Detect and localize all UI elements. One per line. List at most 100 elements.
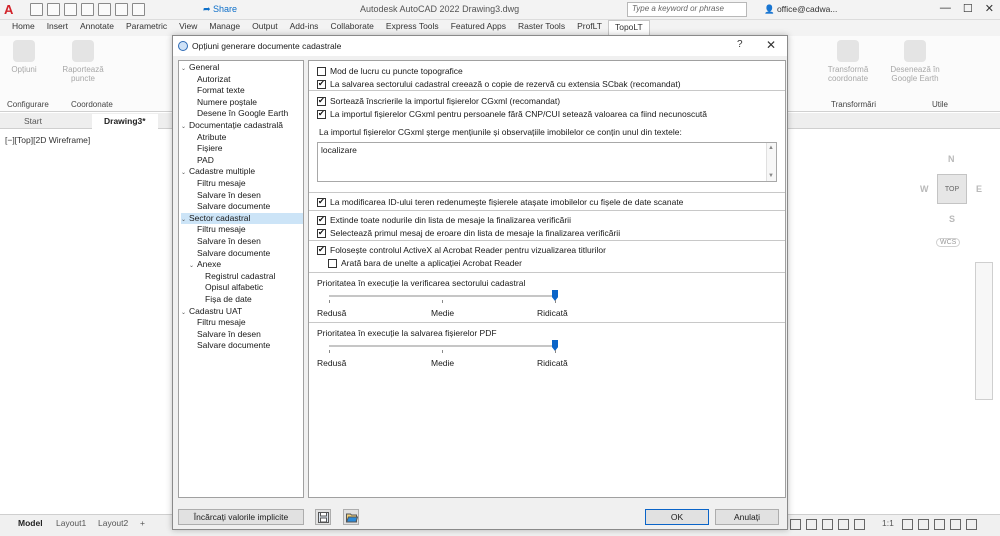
checkbox-activex[interactable]: Folosește controlul ActiveX al Acrobat R… — [317, 244, 606, 256]
tree-item[interactable]: Registrul cadastral — [197, 271, 303, 282]
tree-item[interactable]: Filtru mesaje — [189, 224, 303, 235]
ribbon-tab[interactable]: Add-ins — [284, 20, 325, 36]
checkbox-copie-rezerva[interactable]: La salvarea sectorului cadastral creează… — [317, 78, 681, 90]
ribbon-tab[interactable]: Manage — [203, 20, 246, 36]
tree-item[interactable]: Numere poștale — [189, 97, 303, 108]
checkbox-selecteaza[interactable]: Selectează primul mesaj de eroare din li… — [317, 227, 620, 239]
tree-item[interactable]: Salvare documente — [189, 201, 303, 212]
tree-item[interactable]: ⌄ Documentație cadastrală — [181, 120, 303, 131]
isolate-icon[interactable] — [934, 519, 945, 530]
ribbon-tab[interactable]: Featured Apps — [445, 20, 512, 36]
tree-item[interactable]: Salvare în desen — [189, 190, 303, 201]
checkbox-bara-unelte[interactable]: Arată bara de unelte a aplicației Acroba… — [328, 258, 522, 269]
save-settings-button[interactable] — [315, 509, 331, 525]
checkbox-box[interactable] — [317, 67, 326, 76]
tree-item[interactable]: ⌄ General — [181, 62, 303, 73]
tree-item[interactable]: Autorizat — [189, 74, 303, 85]
report-points-button[interactable]: Raportează puncte — [60, 40, 106, 83]
tree-item[interactable]: ⌄ Cadastru UAT — [181, 306, 303, 317]
viewcube-north[interactable]: N — [948, 154, 955, 164]
ribbon-tab[interactable]: Output — [246, 20, 284, 36]
ribbon-tab-topolt[interactable]: TopoLT — [607, 20, 650, 36]
plot-icon[interactable] — [98, 3, 111, 16]
minimize-icon[interactable]: — — [940, 2, 951, 15]
ribbon-tab[interactable]: Raster Tools — [512, 20, 571, 36]
cancel-button[interactable]: Anulați — [715, 509, 779, 525]
annotation-scale[interactable]: 1:1 — [878, 518, 898, 528]
checkbox-box[interactable] — [317, 227, 326, 238]
snap-toggle-icon[interactable] — [806, 519, 817, 530]
tree-item[interactable]: Filtru mesaje — [189, 317, 303, 328]
options-tree[interactable]: ⌄ General Autorizat Format texte Numere poșt… — [178, 60, 304, 498]
scroll-down-icon[interactable]: ▼ — [768, 173, 774, 179]
checkbox-box[interactable] — [317, 95, 326, 106]
share-button[interactable]: ➦ Share — [203, 4, 237, 15]
redo-icon[interactable] — [132, 3, 145, 16]
viewcube-west[interactable]: W — [920, 184, 929, 194]
collapse-chevron-icon[interactable]: ⌄ — [181, 308, 189, 319]
close-dialog-button[interactable]: ✕ — [766, 38, 776, 52]
viewcube[interactable]: N W E S TOP WCS — [918, 152, 988, 252]
customize-icon[interactable] — [966, 519, 977, 530]
user-account[interactable]: 👤 office@cadwa... — [764, 4, 837, 15]
wcs-menu[interactable]: WCS — [936, 238, 961, 247]
checkbox-extinde[interactable]: Extinde toate nodurile din lista de mesa… — [317, 214, 571, 226]
layout-tab-model[interactable]: Model — [14, 518, 47, 528]
doc-tab-drawing[interactable]: Drawing3* — [92, 114, 158, 129]
checkbox-box[interactable] — [317, 108, 326, 119]
scroll-up-icon[interactable]: ▲ — [768, 145, 774, 151]
checkbox-box[interactable] — [317, 244, 326, 255]
undo-icon[interactable] — [115, 3, 128, 16]
ok-button[interactable]: OK — [645, 509, 709, 525]
tree-item[interactable]: Fișiere — [189, 143, 303, 154]
tree-item[interactable]: Salvare în desen — [189, 236, 303, 247]
collapse-chevron-icon[interactable]: ⌄ — [181, 122, 189, 133]
tree-item[interactable]: Salvare documente — [189, 340, 303, 351]
tree-item[interactable]: ⌄ Anexe — [189, 259, 303, 270]
tree-item[interactable]: Fișa de date — [197, 294, 303, 305]
checkbox-mod-lucru[interactable]: Mod de lucru cu puncte topografice — [317, 66, 463, 77]
collapse-chevron-icon[interactable]: ⌄ — [181, 215, 189, 226]
fullscreen-icon[interactable] — [950, 519, 961, 530]
google-earth-button[interactable]: Desenează în Google Earth — [889, 40, 941, 83]
layout-tab[interactable]: Layout1 — [52, 518, 90, 528]
osnap-toggle-icon[interactable] — [854, 519, 865, 530]
priority-pdf-track[interactable] — [329, 345, 555, 347]
help-button[interactable]: ? — [737, 39, 743, 50]
ribbon-tab[interactable]: Annotate — [74, 20, 120, 36]
checkbox-box[interactable] — [328, 259, 337, 268]
tree-item[interactable]: Salvare documente — [189, 248, 303, 259]
polar-toggle-icon[interactable] — [838, 519, 849, 530]
ortho-toggle-icon[interactable] — [822, 519, 833, 530]
ribbon-tab[interactable]: Home — [6, 20, 41, 36]
open-settings-button[interactable] — [343, 509, 359, 525]
checkbox-box[interactable] — [317, 196, 326, 207]
ribbon-tab[interactable]: Collaborate — [324, 20, 379, 36]
viewcube-south[interactable]: S — [949, 214, 955, 224]
grid-toggle-icon[interactable] — [790, 519, 801, 530]
tree-item[interactable]: Salvare în desen — [189, 329, 303, 340]
tree-item[interactable]: Atribute — [189, 132, 303, 143]
transform-coords-button[interactable]: Transformă coordonate — [823, 40, 873, 83]
collapse-chevron-icon[interactable]: ⌄ — [181, 168, 189, 179]
checkbox-sorteaza[interactable]: Sortează înscrierile la importul fișiere… — [317, 95, 560, 107]
viewcube-top-face[interactable]: TOP — [937, 174, 967, 204]
viewport-controls[interactable]: [−][Top][2D Wireframe] — [5, 135, 90, 145]
tree-item[interactable]: Format texte — [189, 85, 303, 96]
sterge-mentiuni-textarea[interactable]: localizare ▲ ▼ — [317, 142, 777, 182]
checkbox-modificarea-id[interactable]: La modificarea ID-ului teren redenumește… — [317, 196, 683, 208]
options-ribbon-button[interactable]: Opțiuni — [6, 40, 42, 74]
tree-item[interactable]: Opisul alfabetic — [197, 282, 303, 293]
ribbon-tab[interactable]: View — [173, 20, 203, 36]
collapse-chevron-icon[interactable]: ⌄ — [189, 261, 197, 272]
save-icon[interactable] — [64, 3, 77, 16]
add-layout-icon[interactable]: + — [136, 518, 149, 528]
navigation-bar[interactable] — [975, 262, 993, 400]
checkbox-box[interactable] — [317, 78, 326, 89]
ribbon-tab[interactable]: Insert — [41, 20, 74, 36]
add-icon[interactable] — [918, 519, 929, 530]
collapse-chevron-icon[interactable]: ⌄ — [181, 64, 189, 75]
save-as-icon[interactable] — [81, 3, 94, 16]
ribbon-tab[interactable]: ProfLT — [571, 20, 608, 36]
ribbon-tab[interactable]: Parametric — [120, 20, 173, 36]
